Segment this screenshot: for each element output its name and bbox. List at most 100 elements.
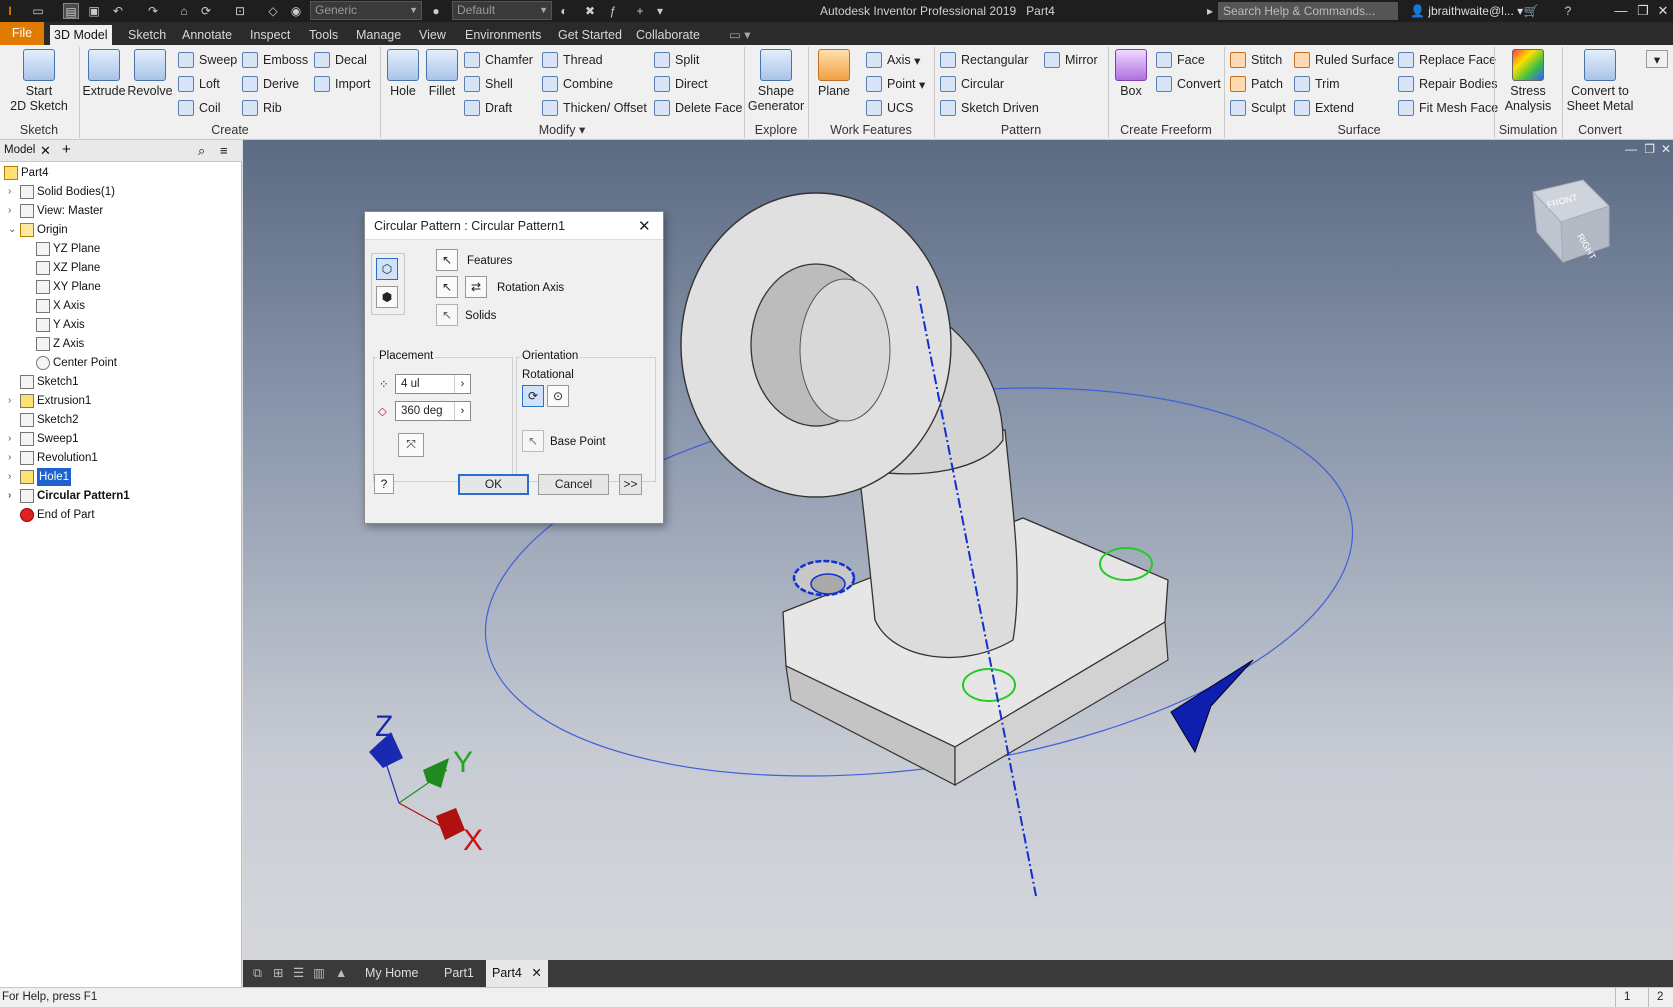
tree-node-xy-plane[interactable]: XY Plane [36, 278, 101, 296]
pattern-solids-mode-button[interactable]: ⬢ [376, 286, 398, 308]
minimize-button[interactable]: — [1610, 2, 1632, 20]
tab-view[interactable]: View [415, 25, 450, 45]
split-button[interactable]: Split [654, 50, 699, 70]
select-filter-icon[interactable]: ⊡ [232, 3, 248, 19]
cancel-button[interactable]: Cancel [538, 474, 609, 495]
stitch-button[interactable]: Stitch [1230, 50, 1282, 70]
search-icon[interactable]: ⌕ [198, 143, 205, 159]
tree-node-sweep1[interactable]: › Sweep1 [8, 430, 79, 448]
restore-button[interactable]: ❐ [1632, 2, 1654, 20]
extend-button[interactable]: Extend [1294, 98, 1354, 118]
sketch-driven-pattern-button[interactable]: Sketch Driven [940, 98, 1039, 118]
shape-generator-button[interactable]: Shape Generator [746, 49, 806, 114]
fixed-orientation-button[interactable]: ⊙ [547, 385, 569, 407]
add-browser-icon[interactable]: + [62, 141, 71, 158]
direct-button[interactable]: Direct [654, 74, 708, 94]
occurrence-count-field[interactable]: 4 ul › [395, 374, 471, 394]
tree-node-z-axis[interactable]: Z Axis [36, 335, 84, 353]
color-wheel-icon[interactable]: ◉ [288, 3, 304, 19]
cascade-windows-icon[interactable]: ⧉ [247, 960, 268, 987]
search-input[interactable]: Search Help & Commands... [1218, 2, 1398, 20]
rib-button[interactable]: Rib [242, 98, 282, 118]
help-icon[interactable]: ? [1560, 3, 1576, 19]
tree-node-center-point[interactable]: Center Point [36, 354, 117, 372]
inventor-logo-icon[interactable]: I [2, 3, 18, 19]
convert-to-sheet-metal-button[interactable]: Convert to Sheet Metal [1564, 49, 1636, 114]
features-select-button[interactable]: ↖ [436, 249, 458, 271]
solids-select-button[interactable]: ↖ [436, 304, 458, 326]
clear-appearance-icon[interactable]: ✖ [582, 3, 598, 19]
import-button[interactable]: Import [314, 74, 370, 94]
cart-icon[interactable]: 🛒 [1523, 3, 1539, 19]
tab-file[interactable]: File [0, 22, 44, 45]
save-icon[interactable]: ▣ [86, 3, 102, 19]
tab-environments[interactable]: Environments [461, 25, 545, 45]
mirror-button[interactable]: Mirror [1044, 50, 1098, 70]
tree-node-y-axis[interactable]: Y Axis [36, 316, 85, 334]
extrude-button[interactable]: Extrude [82, 49, 126, 99]
measure-icon[interactable]: + [632, 3, 648, 19]
ok-button[interactable]: OK [458, 474, 529, 495]
tree-node-xz-plane[interactable]: XZ Plane [36, 259, 100, 277]
sculpt-button[interactable]: Sculpt [1230, 98, 1286, 118]
direction-arrow-icon[interactable] [1170, 659, 1254, 754]
ribbon-overflow-button[interactable]: ▾ [1646, 50, 1668, 68]
draft-button[interactable]: Draft [464, 98, 512, 118]
parameters-icon[interactable]: ƒ [605, 3, 621, 19]
ribbon-options-icon[interactable]: ▭ ▾ [725, 25, 755, 45]
circular-pattern-button[interactable]: Circular [940, 74, 1004, 94]
tree-node-view-master[interactable]: › View: Master [8, 202, 103, 220]
fillet-button[interactable]: Fillet [422, 49, 462, 99]
selection-priority-icon[interactable]: ◇ [265, 3, 281, 19]
tile-vertical-icon[interactable]: ▥ [307, 960, 331, 987]
rectangular-pattern-button[interactable]: Rectangular [940, 50, 1028, 70]
help-icon[interactable]: ? [374, 474, 394, 494]
base-point-select-button[interactable]: ↖ [522, 430, 544, 452]
shell-button[interactable]: Shell [464, 74, 513, 94]
fit-mesh-face-button[interactable]: Fit Mesh Face [1398, 98, 1498, 118]
tree-node-origin[interactable]: ⌄ Origin [8, 221, 68, 239]
browser-tab-model[interactable]: Model [4, 144, 35, 156]
home-icon[interactable]: ⌂ [176, 3, 192, 19]
axis-button[interactable]: Axis ▾ [866, 50, 920, 70]
tree-node-circular-pattern1[interactable]: › Circular Pattern1 [8, 487, 130, 505]
tree-node-sketch2[interactable]: Sketch2 [20, 411, 79, 429]
undo-icon[interactable]: ↶ [110, 3, 126, 19]
new-file-icon[interactable]: ▭ [30, 3, 46, 19]
pattern-features-mode-button[interactable]: ⬡ [376, 258, 398, 280]
redo-icon[interactable]: ↷ [145, 3, 161, 19]
menu-icon[interactable]: ≡ [220, 143, 228, 158]
loft-button[interactable]: Loft [178, 74, 220, 94]
patch-button[interactable]: Patch [1230, 74, 1283, 94]
face-button[interactable]: Face [1156, 50, 1205, 70]
viewport-restore-icon[interactable]: ❐ [1644, 142, 1655, 156]
close-tab-icon[interactable]: ✕ [531, 966, 541, 980]
stress-analysis-button[interactable]: Stress Analysis [1496, 49, 1560, 114]
tab-sketch[interactable]: Sketch [124, 25, 170, 45]
more-options-button[interactable]: >> [619, 474, 642, 495]
tab-collaborate[interactable]: Collaborate [632, 25, 704, 45]
ucs-button[interactable]: UCS [866, 98, 913, 118]
flip-axis-button[interactable]: ⇄ [465, 276, 487, 298]
midplane-button[interactable]: ⤧ [398, 433, 424, 457]
tree-node-part4[interactable]: Part4 [4, 164, 49, 182]
rotational-orientation-button[interactable]: ⟳ [522, 385, 544, 407]
occurrence-angle-field[interactable]: 360 deg › [395, 401, 471, 421]
tree-node-yz-plane[interactable]: YZ Plane [36, 240, 100, 258]
tab-get-started[interactable]: Get Started [554, 25, 626, 45]
start-2d-sketch-button[interactable]: Start 2D Sketch [8, 49, 70, 114]
update-icon[interactable]: ⟳ [198, 3, 214, 19]
tree-node-hole1[interactable]: › Hole1 [8, 468, 72, 486]
customize-qat-icon[interactable]: ▾ [652, 3, 668, 19]
combine-button[interactable]: Combine [542, 74, 613, 94]
group-modify-label[interactable]: Modify ▾ [381, 121, 743, 139]
viewport-minimize-icon[interactable]: — [1625, 142, 1637, 156]
convert-button[interactable]: Convert [1156, 74, 1221, 94]
tab-annotate[interactable]: Annotate [178, 25, 236, 45]
doc-tab-part1[interactable]: Part1 [438, 960, 480, 987]
derive-button[interactable]: Derive [242, 74, 299, 94]
close-button[interactable]: ✕ [1652, 2, 1673, 20]
revolve-button[interactable]: Revolve [126, 49, 174, 99]
emboss-button[interactable]: Emboss [242, 50, 308, 70]
doc-tab-part4[interactable]: Part4 ✕ [486, 960, 548, 987]
